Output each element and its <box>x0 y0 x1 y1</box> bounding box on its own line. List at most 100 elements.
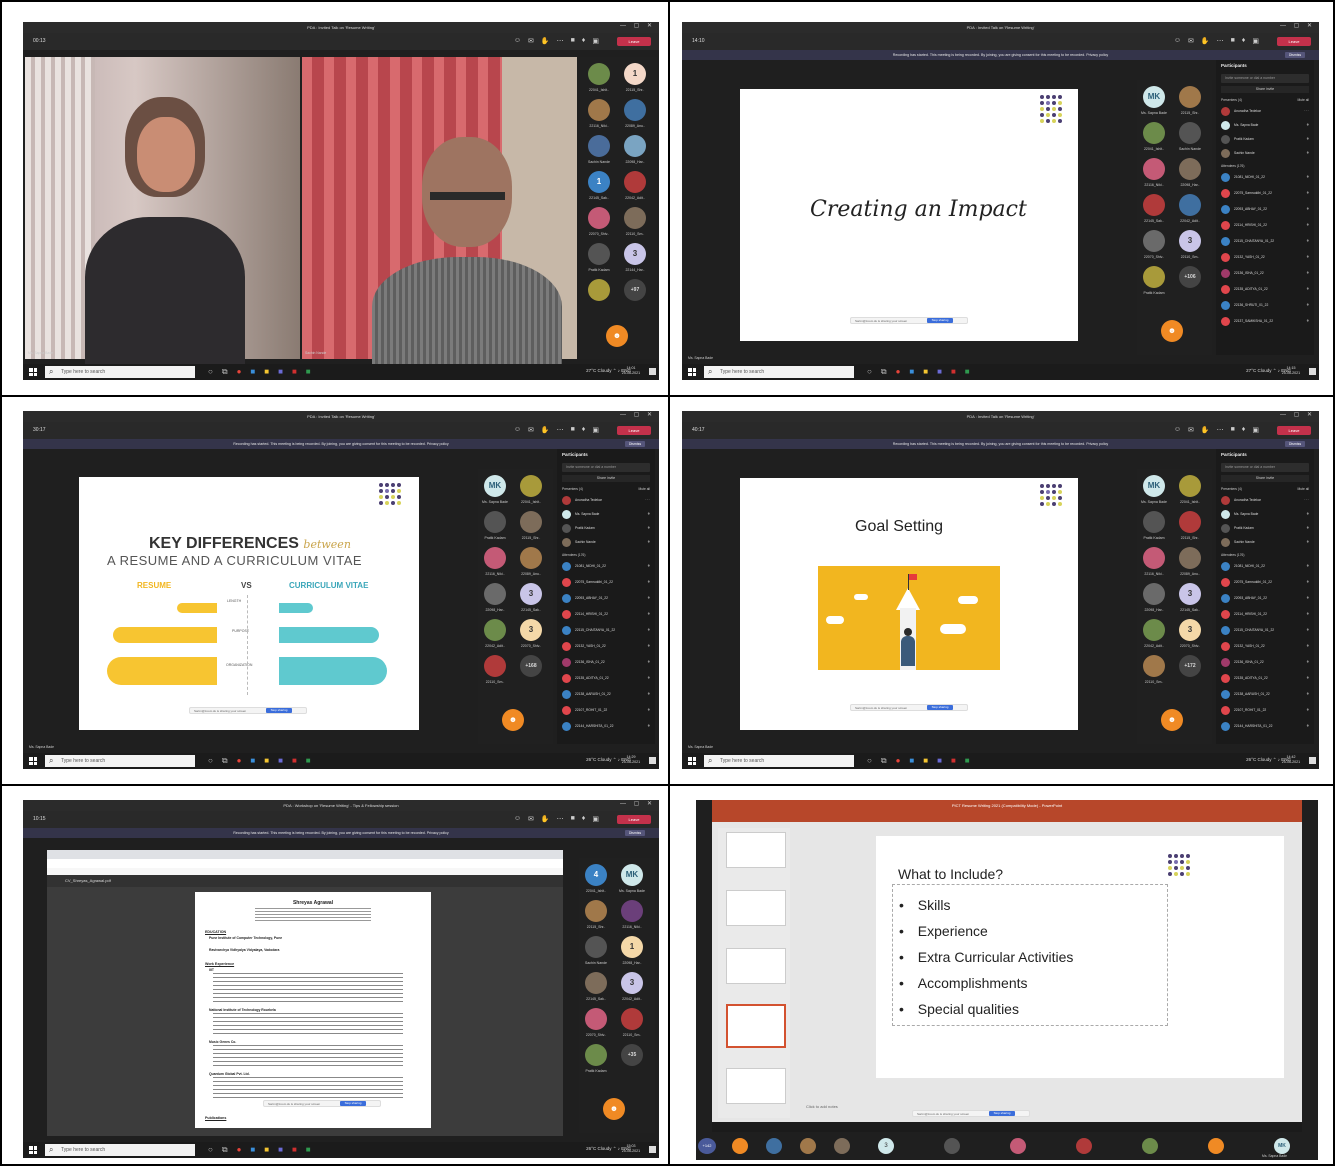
window-controls[interactable]: — ▢ ✕ <box>1280 22 1315 29</box>
window-controls[interactable]: — ▢ ✕ <box>620 800 655 807</box>
avatar: MK <box>1143 86 1165 108</box>
leave-button[interactable]: Leave <box>617 37 651 46</box>
taskbar-apps[interactable]: ○ ⧉ ● ■ ■ ■ ■ ■ <box>867 756 970 766</box>
presenter-name: Ms. Sapna Bade <box>688 745 714 749</box>
stop-sharing-button[interactable]: Stop sharing <box>340 1101 366 1106</box>
people-icon[interactable]: ☺ <box>514 37 521 45</box>
taskbar-search[interactable]: Type here to search <box>704 366 854 378</box>
windows-start-icon[interactable] <box>29 757 37 765</box>
overflow-avatar[interactable]: +142 <box>698 1138 716 1154</box>
avatar: MK <box>1143 475 1165 497</box>
presenters-header: Presenters (4) Mute all <box>1221 98 1309 102</box>
mute-all-button[interactable]: Mute all <box>1297 487 1309 491</box>
leave-button[interactable]: Leave <box>617 815 651 824</box>
share-invite-button[interactable]: Share invite <box>1221 86 1309 93</box>
more-icon[interactable]: ⋯ <box>557 37 564 45</box>
stop-sharing-button[interactable]: Stop sharing <box>266 708 292 713</box>
leave-button[interactable]: Leave <box>617 426 651 435</box>
invite-search-input[interactable]: Invite someone or dial a number <box>562 463 650 472</box>
taskbar-search[interactable]: Type here to search <box>45 755 195 767</box>
mic-icon[interactable]: ♦ <box>582 37 586 45</box>
notification-icon[interactable] <box>649 757 656 764</box>
taskbar-apps[interactable]: ○ ⧉ ● ■ ■ ■ ■ ■ <box>867 367 970 377</box>
share-invite-button[interactable]: Share invite <box>562 475 650 482</box>
windows-start-icon[interactable] <box>29 1146 37 1154</box>
window-controls[interactable]: — ▢ ✕ <box>1280 411 1315 418</box>
taskbar-apps[interactable]: ○ ⧉ ● ■ ■ ■ ■ ■ <box>208 367 311 377</box>
taskbar-apps[interactable]: ○ ⧉ ● ■ ■ ■ ■ ■ <box>208 1145 311 1155</box>
thumbnail[interactable] <box>726 948 786 984</box>
pdf-icon[interactable]: ■ <box>292 367 297 377</box>
windows-start-icon[interactable] <box>688 368 696 376</box>
avatar <box>1179 547 1201 569</box>
meeting-controls[interactable]: ☺ ✉ ✋ ⋯ ■ ♦ ▣ <box>514 37 599 45</box>
avatar <box>1179 158 1201 180</box>
share-invite-button[interactable]: Share invite <box>1221 475 1309 482</box>
meeting-controls[interactable]: ☺ ✉ ✋ ⋯ ■ ♦ ▣ <box>514 426 599 434</box>
mute-all-button[interactable]: Mute all <box>1297 98 1309 102</box>
stop-sharing-button[interactable]: Stop sharing <box>927 318 953 323</box>
taskbar-apps[interactable]: ○ ⧉ ● ■ ■ ■ ■ ■ <box>208 756 311 766</box>
excel-icon[interactable]: ■ <box>306 367 311 377</box>
chat-icon[interactable]: ✉ <box>528 37 534 45</box>
bookmarks-bar <box>47 868 563 875</box>
raise-hand-icon[interactable]: ✋ <box>541 37 550 45</box>
meeting-controls[interactable]: ☺ ✉ ✋ ⋯ ■ ♦ ▣ <box>1174 37 1259 45</box>
leave-button[interactable]: Leave <box>1277 37 1311 46</box>
mute-all-button[interactable]: Mute all <box>638 487 650 491</box>
window-controls[interactable]: — ▢ ✕ <box>620 411 655 418</box>
dismiss-button[interactable]: Dismiss <box>625 830 645 836</box>
thumbnail-selected[interactable] <box>726 1004 786 1048</box>
notification-icon[interactable] <box>649 1146 656 1153</box>
thumbnail[interactable] <box>726 832 786 868</box>
panel-key-differences: PDA : Invited Talk on 'Resume Writing' —… <box>23 411 659 769</box>
avatar <box>588 99 610 121</box>
avatar <box>585 1008 607 1030</box>
taskbar-search[interactable]: Type here to search <box>45 366 195 378</box>
chrome-icon[interactable]: ● <box>237 367 242 377</box>
ppt-ribbon-tabs[interactable] <box>712 812 1302 822</box>
notes-placeholder[interactable]: Click to add notes <box>806 1104 838 1109</box>
tile-name: 22089_Anu.. <box>1180 572 1200 576</box>
taskbar-search[interactable]: Type here to search <box>45 1144 195 1156</box>
slide-thumbnails[interactable] <box>718 828 790 1118</box>
window-controls[interactable]: — ▢ ✕ <box>620 22 655 29</box>
avatar: MK <box>484 475 506 497</box>
cortana-icon[interactable]: ○ <box>208 367 213 377</box>
stop-sharing-button[interactable]: Stop sharing <box>927 705 953 710</box>
thumbnail[interactable] <box>726 890 786 926</box>
notification-icon[interactable] <box>1309 368 1316 375</box>
taskbar-search[interactable]: Type here to search <box>704 755 854 767</box>
slide-heading: KEY DIFFERENCES between <box>149 535 351 553</box>
dismiss-button[interactable]: Dismiss <box>1285 441 1305 447</box>
windows-start-icon[interactable] <box>688 757 696 765</box>
notification-icon[interactable] <box>649 368 656 375</box>
dismiss-button[interactable]: Dismiss <box>1285 52 1305 58</box>
windows-taskbar: Type here to search ○ ⧉ ● ■ ■ ■ ■ ■ 27°C Cloudy… <box>23 364 659 380</box>
stop-sharing-button[interactable]: Stop sharing <box>989 1111 1015 1116</box>
camera-icon[interactable]: ■ <box>571 37 575 45</box>
clock-date: 25-06-2021 <box>621 760 641 764</box>
folder-icon[interactable]: ■ <box>264 367 269 377</box>
weather-text: 27°C Cloudy <box>1246 368 1272 373</box>
meeting-controls[interactable]: ☺ ✉ ✋ ⋯ ■ ♦ ▣ <box>1174 426 1259 434</box>
meeting-controls[interactable]: ☺ ✉ ✋ ⋯ ■ ♦ ▣ <box>514 815 599 823</box>
task-view-icon[interactable]: ⧉ <box>222 367 228 377</box>
leave-button[interactable]: Leave <box>1277 426 1311 435</box>
notification-icon[interactable] <box>1309 757 1316 764</box>
thumbnail[interactable] <box>726 1068 786 1104</box>
share-icon[interactable]: ▣ <box>592 37 599 45</box>
participants-panel: Participants Invite someone or dial a nu… <box>1216 449 1314 744</box>
bullet-item: • Skills <box>899 897 951 913</box>
text-placeholder[interactable]: • Skills • Experience • Extra Curricular… <box>892 884 1168 1026</box>
mini-taskbar <box>712 1122 1302 1132</box>
invite-search-input[interactable]: Invite someone or dial a number <box>1221 463 1309 472</box>
address-bar[interactable] <box>47 859 563 868</box>
windows-start-icon[interactable] <box>29 368 37 376</box>
invite-search-input[interactable]: Invite someone or dial a number <box>1221 74 1309 83</box>
teams-icon[interactable]: ■ <box>278 367 283 377</box>
mail-icon[interactable]: ■ <box>250 367 255 377</box>
cv-name: Shreyas Agrawal <box>292 900 334 906</box>
panel-powerpoint: PICT Resume Writing 2021 (Compatibility … <box>696 800 1318 1160</box>
dismiss-button[interactable]: Dismiss <box>625 441 645 447</box>
